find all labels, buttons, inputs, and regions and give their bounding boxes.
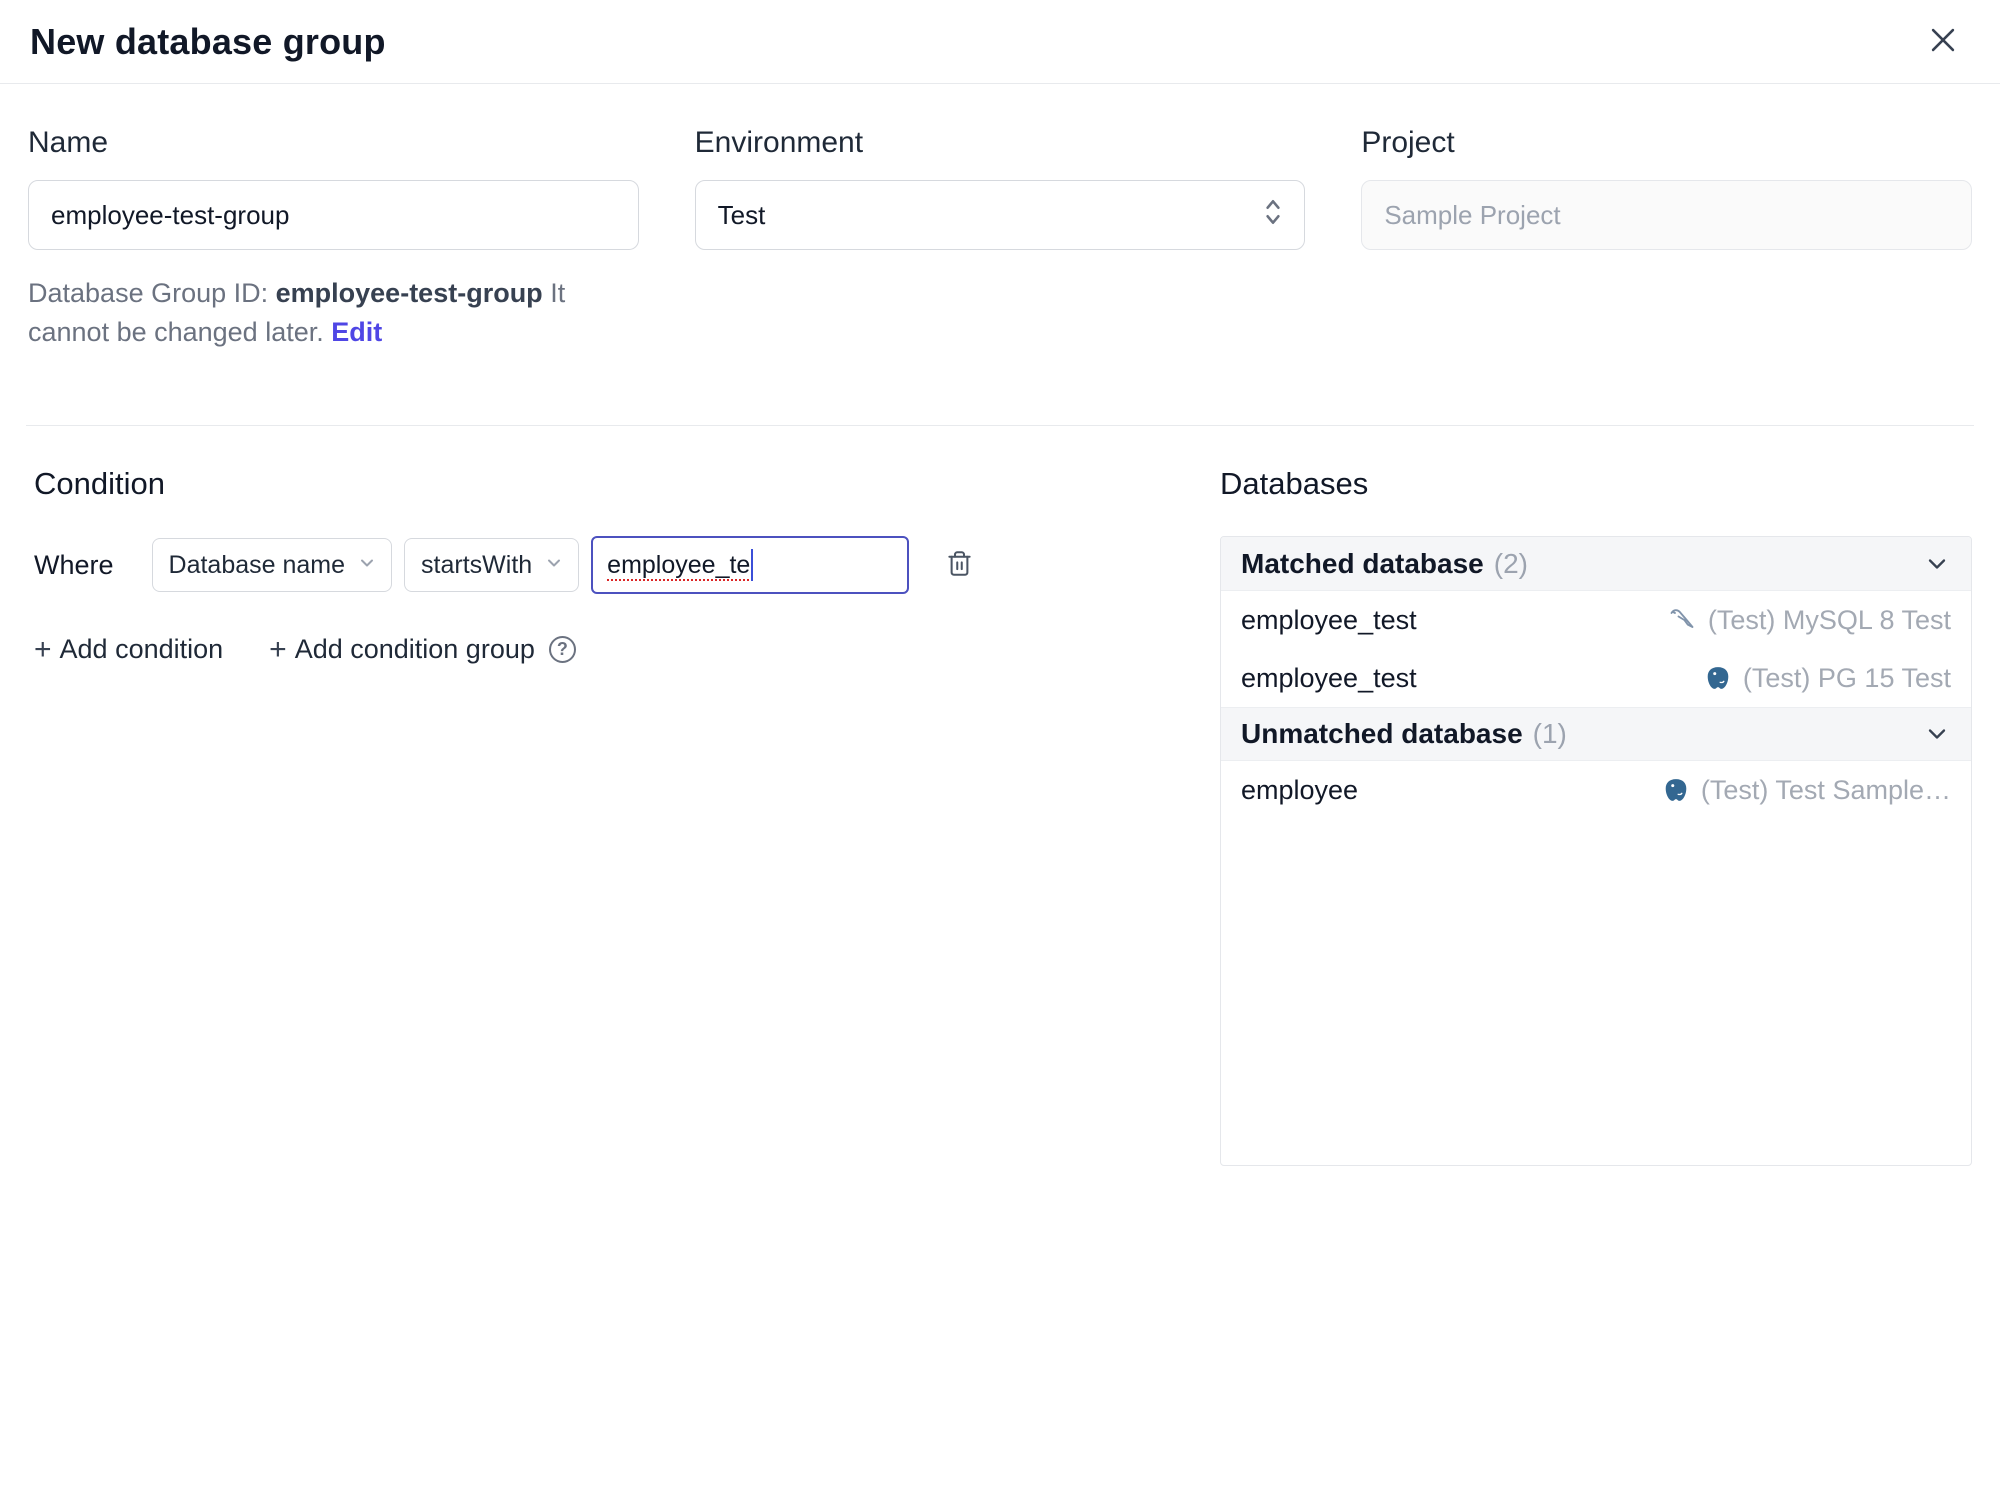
database-instance: (Test) Test Sample… bbox=[1663, 775, 1951, 806]
matched-database-count: (2) bbox=[1493, 547, 1528, 579]
project-label: Project bbox=[1361, 126, 1455, 159]
database-row[interactable]: employee (Test) Test Sample… bbox=[1221, 761, 1971, 819]
chevron-down-icon bbox=[544, 551, 564, 580]
database-instance: (Test) PG 15 Test bbox=[1705, 663, 1951, 694]
environment-selected-value: Test bbox=[717, 199, 766, 230]
databases-heading: Databases bbox=[1220, 466, 1369, 502]
environment-field-group: Environment Test bbox=[694, 126, 1306, 379]
mysql-icon bbox=[1668, 606, 1696, 634]
database-name: employee bbox=[1241, 774, 1359, 805]
chevron-down-icon bbox=[1923, 720, 1951, 748]
where-label: Where bbox=[34, 549, 114, 580]
name-input[interactable] bbox=[28, 180, 639, 250]
add-condition-group-button[interactable]: + Add condition group ? bbox=[269, 634, 576, 665]
database-name: employee_test bbox=[1241, 604, 1417, 635]
close-button[interactable] bbox=[1920, 17, 1966, 66]
database-row[interactable]: employee_test (Test) MySQL 8 Test bbox=[1221, 591, 1971, 649]
condition-operator-value: startsWith bbox=[421, 550, 533, 579]
databases-panel: Matched database (2) employee_test (Test… bbox=[1220, 536, 1972, 1167]
unmatched-database-count: (1) bbox=[1532, 718, 1567, 750]
matched-database-header[interactable]: Matched database (2) bbox=[1221, 537, 1971, 592]
database-name: employee_test bbox=[1241, 662, 1417, 693]
delete-condition-button[interactable] bbox=[935, 541, 983, 589]
plus-icon: + bbox=[269, 632, 287, 666]
condition-heading: Condition bbox=[34, 466, 165, 502]
postgresql-icon bbox=[1663, 777, 1689, 803]
condition-section: Condition Where Database name startsWith… bbox=[28, 466, 1220, 665]
condition-value-input[interactable]: employee_te bbox=[591, 536, 910, 595]
environment-label: Environment bbox=[694, 126, 864, 159]
condition-actions: + Add condition + Add condition group ? bbox=[34, 634, 1220, 665]
unmatched-database-header[interactable]: Unmatched database (1) bbox=[1221, 707, 1971, 762]
close-icon bbox=[1926, 23, 1960, 60]
database-row[interactable]: employee_test (Test) PG 15 Test bbox=[1221, 649, 1971, 707]
text-caret bbox=[751, 549, 754, 582]
add-condition-label: Add condition bbox=[59, 634, 224, 665]
plus-icon: + bbox=[34, 632, 52, 666]
environment-select[interactable]: Test bbox=[694, 180, 1306, 250]
condition-row: Where Database name startsWith employee_… bbox=[34, 536, 1220, 595]
database-instance-label: (Test) PG 15 Test bbox=[1742, 662, 1951, 693]
dialog-header: New database group bbox=[0, 0, 2000, 84]
condition-field-value: Database name bbox=[168, 550, 346, 579]
project-field-group: Project bbox=[1361, 126, 1972, 379]
condition-field-select[interactable]: Database name bbox=[151, 538, 393, 593]
chevron-down-icon bbox=[1923, 550, 1951, 578]
add-condition-group-label: Add condition group bbox=[294, 634, 535, 665]
chevron-down-icon bbox=[357, 551, 377, 580]
database-instance: (Test) MySQL 8 Test bbox=[1668, 605, 1951, 636]
group-id-value: employee-test-group bbox=[275, 278, 543, 308]
databases-section: Databases Matched database (2) employee_… bbox=[1220, 466, 1972, 1167]
name-label: Name bbox=[28, 126, 109, 159]
postgresql-icon bbox=[1705, 665, 1731, 691]
trash-icon bbox=[946, 550, 973, 580]
select-updown-icon bbox=[1260, 197, 1286, 234]
group-form: Name Database Group ID: employee-test-gr… bbox=[0, 84, 2000, 379]
main-content: Condition Where Database name startsWith… bbox=[0, 426, 2000, 1167]
database-instance-label: (Test) MySQL 8 Test bbox=[1707, 604, 1951, 635]
add-condition-button[interactable]: + Add condition bbox=[34, 634, 223, 665]
condition-value-text: employee_te bbox=[607, 550, 751, 579]
help-icon[interactable]: ? bbox=[548, 636, 576, 664]
database-instance-label: (Test) Test Sample… bbox=[1700, 774, 1951, 805]
project-input bbox=[1361, 180, 1972, 250]
matched-database-title: Matched database bbox=[1241, 547, 1484, 579]
group-id-helper: Database Group ID: employee-test-group I… bbox=[28, 274, 639, 352]
page-title: New database group bbox=[30, 20, 386, 62]
name-field-group: Name Database Group ID: employee-test-gr… bbox=[28, 126, 639, 379]
group-id-prefix: Database Group ID: bbox=[28, 278, 276, 308]
condition-operator-select[interactable]: startsWith bbox=[404, 538, 580, 593]
edit-group-id-link[interactable]: Edit bbox=[331, 317, 382, 347]
unmatched-database-title: Unmatched database bbox=[1241, 718, 1523, 750]
